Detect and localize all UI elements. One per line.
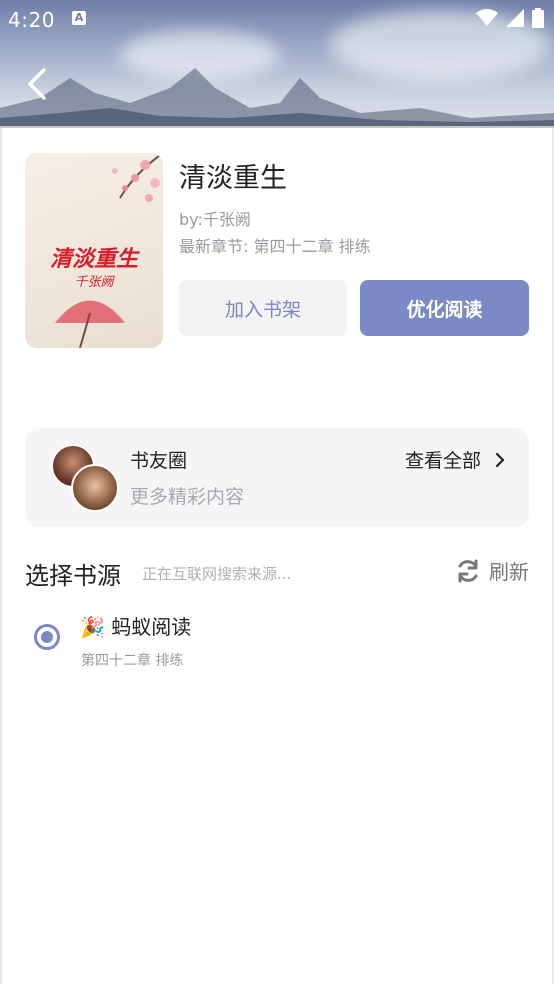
circle-subtitle: 更多精彩内容 <box>130 486 245 508</box>
chevron-right-icon <box>495 452 505 467</box>
refresh-label: 刷新 <box>489 560 529 584</box>
status-icons <box>476 8 544 28</box>
reader-circle-card[interactable]: 书友圈 更多精彩内容 查看全部 <box>25 428 529 527</box>
battery-icon <box>532 8 544 28</box>
status-time: 4:20 <box>8 8 55 32</box>
book-cover[interactable]: 清淡重生 千张阙 <box>25 153 163 348</box>
source-name-label: 蚂蚁阅读 <box>111 615 192 639</box>
view-all-link[interactable]: 查看全部 <box>405 446 505 473</box>
source-section-title: 选择书源 <box>25 562 121 590</box>
source-item-chapter: 第四十二章 排练 <box>81 653 184 669</box>
avatar <box>71 464 119 512</box>
cover-author: 千张阙 <box>74 275 114 290</box>
status-bar: 4:20 A <box>0 0 554 40</box>
header-divider <box>0 126 554 128</box>
view-all-label: 查看全部 <box>404 450 481 472</box>
circle-title: 书友圈 <box>130 450 188 472</box>
optimize-read-button[interactable]: 优化阅读 <box>360 280 529 336</box>
left-edge <box>0 128 2 984</box>
signal-icon <box>506 9 524 27</box>
source-radio-selected[interactable] <box>34 624 60 650</box>
wifi-icon <box>476 9 498 26</box>
mountains-illustration <box>0 68 554 128</box>
notification-icon: A <box>72 11 86 25</box>
refresh-icon <box>458 559 478 582</box>
book-author: by:千张阙 <box>179 210 251 229</box>
chevron-left-icon <box>28 68 46 100</box>
source-search-status: 正在互联网搜索来源... <box>142 565 292 583</box>
add-to-shelf-button[interactable]: 加入书架 <box>179 280 347 336</box>
refresh-button[interactable]: 刷新 <box>455 556 529 585</box>
latest-chapter: 最新章节: 第四十二章 排练 <box>179 237 371 256</box>
header-banner: 4:20 A <box>0 0 554 128</box>
back-button[interactable] <box>24 64 54 104</box>
cover-title: 清淡重生 <box>49 246 138 272</box>
source-item-name[interactable]: 🎉 蚂蚁阅读 <box>80 611 191 640</box>
book-title: 清淡重生 <box>179 163 287 194</box>
party-icon: 🎉 <box>80 615 105 639</box>
